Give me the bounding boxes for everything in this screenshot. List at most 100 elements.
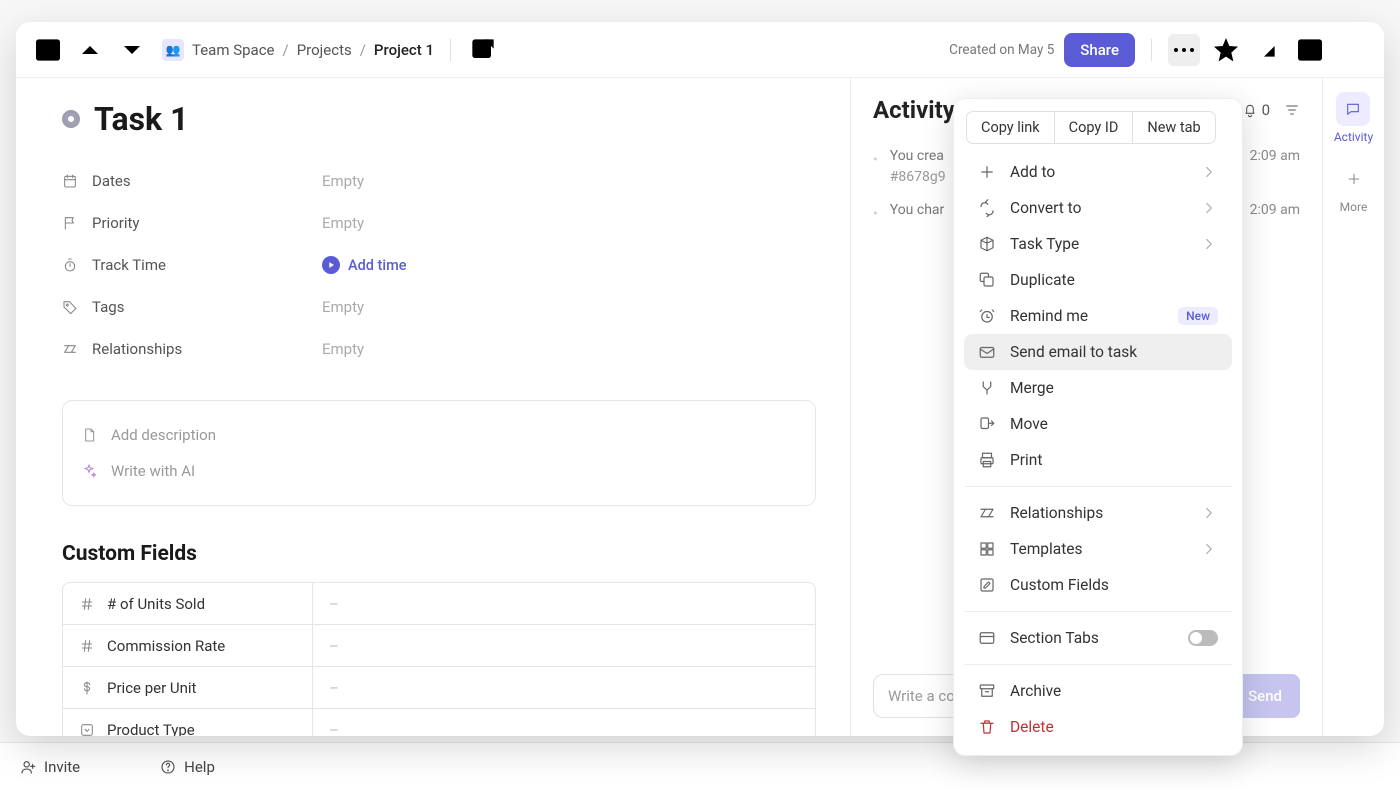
chevron-right-icon: [1200, 163, 1218, 181]
help-label: Help: [184, 758, 215, 776]
field-label: Tags: [92, 298, 124, 316]
cf-value[interactable]: –: [313, 625, 815, 666]
sidebar-toggle-icon[interactable]: [32, 34, 64, 66]
breadcrumb-sep: /: [360, 41, 366, 59]
created-on-label: Created on May 5: [949, 42, 1054, 58]
description-box: Add description Write with AI: [62, 400, 816, 506]
ctx-remind-me[interactable]: Remind meNew: [964, 298, 1232, 334]
add-icon[interactable]: [509, 34, 541, 66]
notifications-button[interactable]: 0: [1242, 101, 1270, 119]
cf-value[interactable]: –: [313, 667, 815, 708]
relationships-icon: [978, 504, 996, 522]
next-task-icon[interactable]: [116, 34, 148, 66]
cf-value[interactable]: –: [313, 583, 815, 624]
context-menu: Copy link Copy ID New tab Add to Convert…: [953, 98, 1243, 756]
invite-button[interactable]: Invite: [20, 758, 80, 776]
custom-fields-table: # of Units Sold – Commission Rate – Pric…: [62, 582, 816, 736]
ctx-new-tab[interactable]: New tab: [1132, 111, 1215, 144]
field-tags[interactable]: Tags Empty: [62, 286, 816, 328]
cf-row-commission-rate[interactable]: Commission Rate –: [63, 625, 815, 667]
cf-row-units-sold[interactable]: # of Units Sold –: [63, 583, 815, 625]
merge-icon: [978, 379, 996, 397]
plus-icon: [1346, 171, 1362, 187]
bell-count: 0: [1262, 101, 1270, 119]
activity-time: 2:09 am: [1250, 146, 1300, 188]
rail-item-more[interactable]: More: [1337, 162, 1371, 214]
filter-icon[interactable]: [1284, 102, 1300, 118]
dollar-icon: [79, 680, 95, 696]
section-tabs-toggle[interactable]: [1188, 630, 1218, 646]
field-value: Empty: [322, 172, 364, 190]
ctx-move[interactable]: Move: [964, 406, 1232, 442]
menu-divider: [964, 664, 1232, 665]
ctx-section-tabs[interactable]: Section Tabs: [964, 620, 1232, 656]
divider: [1151, 39, 1152, 61]
status-icon[interactable]: [62, 110, 80, 128]
edit-icon: [978, 576, 996, 594]
activity-text: You char: [890, 200, 945, 225]
prev-task-icon[interactable]: [74, 34, 106, 66]
ctx-add-to[interactable]: Add to: [964, 154, 1232, 190]
open-new-icon[interactable]: [467, 34, 499, 66]
ctx-archive[interactable]: Archive: [964, 673, 1232, 709]
breadcrumb-projects[interactable]: Projects: [297, 41, 352, 59]
add-description-button[interactable]: Add description: [81, 417, 797, 453]
add-description-label: Add description: [111, 426, 216, 444]
task-fields: Dates Empty Priority Empty Track Time Ad…: [62, 160, 816, 370]
ctx-convert-to[interactable]: Convert to: [964, 190, 1232, 226]
breadcrumb-space[interactable]: Team Space: [192, 41, 275, 59]
ctx-merge[interactable]: Merge: [964, 370, 1232, 406]
plus-icon: [978, 163, 996, 181]
breadcrumb-sep: /: [283, 41, 289, 59]
add-time-label: Add time: [348, 257, 406, 274]
convert-icon: [978, 199, 996, 217]
field-value: Empty: [322, 298, 364, 316]
ctx-send-email[interactable]: Send email to task: [964, 334, 1232, 370]
ctx-delete[interactable]: Delete: [964, 709, 1232, 745]
ctx-copy-link[interactable]: Copy link: [966, 111, 1055, 144]
field-dates[interactable]: Dates Empty: [62, 160, 816, 202]
add-time-button[interactable]: Add time: [322, 256, 406, 274]
help-button[interactable]: Help: [160, 758, 215, 776]
sparkle-icon: [81, 463, 97, 479]
star-icon[interactable]: [1210, 34, 1242, 66]
alarm-icon: [978, 307, 996, 325]
ctx-print[interactable]: Print: [964, 442, 1232, 478]
share-button[interactable]: Share: [1064, 33, 1135, 67]
rail-item-activity[interactable]: Activity: [1334, 92, 1373, 144]
ctx-templates[interactable]: Templates: [964, 531, 1232, 567]
ctx-custom-fields[interactable]: Custom Fields: [964, 567, 1232, 603]
field-label: Relationships: [92, 340, 182, 358]
user-plus-icon: [20, 759, 36, 775]
rail-label: Activity: [1334, 130, 1373, 144]
write-with-ai-button[interactable]: Write with AI: [81, 453, 797, 489]
cf-row-price-per-unit[interactable]: Price per Unit –: [63, 667, 815, 709]
ctx-relationships[interactable]: Relationships: [964, 495, 1232, 531]
activity-text: You crea: [890, 148, 944, 164]
close-icon[interactable]: [1336, 34, 1368, 66]
activity-time: 2:09 am: [1250, 200, 1300, 225]
ctx-task-type[interactable]: Task Type: [964, 226, 1232, 262]
print-icon: [978, 451, 996, 469]
trash-icon: [978, 718, 996, 736]
more-menu-icon[interactable]: [1168, 34, 1200, 66]
cf-name: # of Units Sold: [107, 595, 205, 613]
cf-name: Product Type: [107, 721, 195, 736]
ctx-copy-id[interactable]: Copy ID: [1055, 111, 1133, 144]
chevron-right-icon: [1200, 199, 1218, 217]
task-main: Task 1 Dates Empty Priority Empty Track …: [16, 78, 850, 736]
task-title[interactable]: Task 1: [94, 100, 188, 138]
modal-topbar: 👥 Team Space / Projects / Project 1 Crea…: [16, 22, 1384, 78]
field-priority[interactable]: Priority Empty: [62, 202, 816, 244]
activity-id: #8678g9: [890, 169, 946, 185]
collapse-panel-icon[interactable]: [1294, 34, 1326, 66]
cf-row-product-type[interactable]: Product Type –: [63, 709, 815, 736]
menu-divider: [964, 611, 1232, 612]
ctx-duplicate[interactable]: Duplicate: [964, 262, 1232, 298]
flag-icon: [62, 215, 78, 231]
cf-value[interactable]: –: [313, 709, 815, 736]
field-relationships[interactable]: Relationships Empty: [62, 328, 816, 370]
field-track-time[interactable]: Track Time Add time: [62, 244, 816, 286]
breadcrumb-project[interactable]: Project 1: [374, 41, 434, 59]
download-icon[interactable]: [1252, 34, 1284, 66]
